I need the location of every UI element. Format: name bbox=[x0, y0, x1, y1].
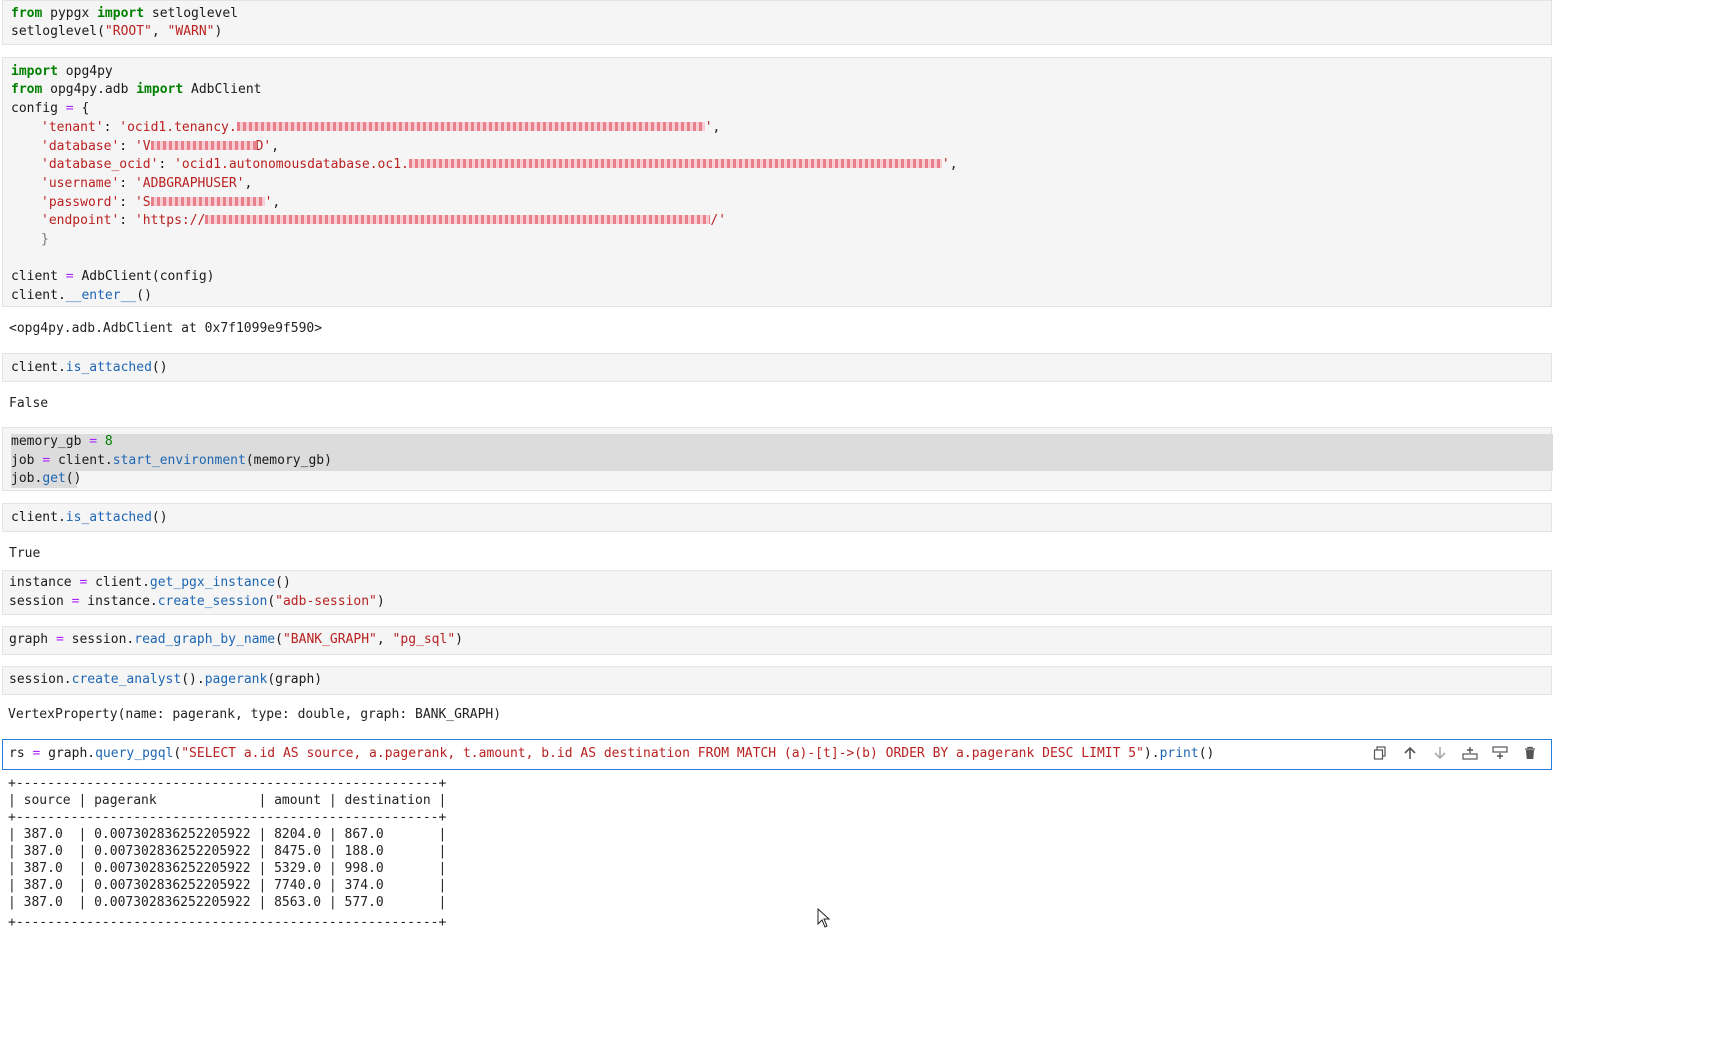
code-line: 'username': 'ADBGRAPHUSER', bbox=[41, 176, 253, 191]
cell-output: False bbox=[9, 396, 49, 411]
table-row: | 387.0 | 0.007302836252205922 | 7740.0 … bbox=[8, 878, 447, 893]
redaction-mark bbox=[150, 197, 265, 206]
code-cell-9-active[interactable]: rs = graph.query_pgql("SELECT a.id AS so… bbox=[2, 739, 1552, 770]
code-line: rs = graph.query_pgql("SELECT a.id AS so… bbox=[9, 746, 1215, 761]
code-line: client.is_attached() bbox=[11, 360, 168, 375]
code-line: 'tenant': 'ocid1.tenancy. ', bbox=[41, 120, 721, 135]
code-line: } bbox=[41, 232, 49, 247]
code-line: from pypgx import setloglevel bbox=[11, 6, 238, 21]
code-line: client.is_attached() bbox=[11, 510, 168, 525]
code-line: client = AdbClient(config) bbox=[11, 269, 215, 284]
code-line: memory_gb = 8 bbox=[11, 434, 113, 449]
code-cell-6[interactable]: instance = client.get_pgx_instance() ses… bbox=[2, 570, 1552, 615]
redaction-mark bbox=[236, 122, 705, 131]
cell-output: True bbox=[9, 546, 41, 561]
table-border: +---------------------------------------… bbox=[8, 810, 447, 825]
code-cell-2[interactable]: import opg4py from opg4py.adb import Adb… bbox=[2, 57, 1552, 307]
code-line: 'password': 'S ', bbox=[41, 195, 281, 210]
code-line: import opg4py bbox=[11, 64, 113, 79]
code-line: client.__enter__() bbox=[11, 288, 152, 303]
code-line: from opg4py.adb import AdbClient bbox=[11, 82, 262, 97]
redaction-mark bbox=[205, 215, 711, 224]
code-cell-5[interactable]: client.is_attached() bbox=[2, 503, 1552, 532]
code-line: 'endpoint': 'https:///' bbox=[41, 213, 727, 228]
code-line: 'database_ocid': 'ocid1.autonomousdataba… bbox=[41, 157, 958, 172]
code-line: job = client.start_environment(memory_gb… bbox=[11, 453, 332, 468]
code-line: instance = client.get_pgx_instance() bbox=[9, 575, 291, 590]
code-cell-3[interactable]: client.is_attached() bbox=[2, 353, 1552, 382]
copy-icon[interactable] bbox=[1371, 744, 1389, 762]
cell-output: VertexProperty(name: pagerank, type: dou… bbox=[8, 707, 502, 722]
code-cell-4[interactable]: memory_gb = 8 job = client.start_environ… bbox=[2, 427, 1553, 491]
cell-toolbar bbox=[1371, 744, 1539, 762]
redaction-mark bbox=[408, 159, 942, 168]
code-line: setloglevel("ROOT", "WARN") bbox=[11, 24, 223, 39]
code-cell-1[interactable]: from pypgx import setloglevel setlogleve… bbox=[2, 0, 1552, 45]
table-border: +---------------------------------------… bbox=[8, 915, 447, 930]
table-row: | 387.0 | 0.007302836252205922 | 8204.0 … bbox=[8, 827, 447, 842]
code-cell-7[interactable]: graph = session.read_graph_by_name("BANK… bbox=[2, 626, 1552, 655]
move-down-icon[interactable] bbox=[1431, 744, 1449, 762]
code-line: session = instance.create_session("adb-s… bbox=[9, 594, 385, 609]
move-up-icon[interactable] bbox=[1401, 744, 1419, 762]
code-line: session.create_analyst().pagerank(graph) bbox=[9, 672, 323, 687]
code-line: job.get() bbox=[11, 471, 82, 486]
table-row: | 387.0 | 0.007302836252205922 | 8563.0 … bbox=[8, 895, 447, 910]
code-cell-8[interactable]: session.create_analyst().pagerank(graph) bbox=[2, 666, 1552, 695]
table-row: | 387.0 | 0.007302836252205922 | 5329.0 … bbox=[8, 861, 447, 876]
code-line: graph = session.read_graph_by_name("BANK… bbox=[9, 632, 463, 647]
cell-output: <opg4py.adb.AdbClient at 0x7f1099e9f590> bbox=[9, 321, 323, 336]
mouse-pointer-icon bbox=[817, 907, 831, 928]
table-header: | source | pagerank | amount | destinati… bbox=[8, 793, 447, 808]
insert-above-icon[interactable] bbox=[1461, 744, 1479, 762]
delete-icon[interactable] bbox=[1521, 744, 1539, 762]
code-line: 'database': 'V D', bbox=[41, 139, 280, 154]
table-row: | 387.0 | 0.007302836252205922 | 8475.0 … bbox=[8, 844, 447, 859]
code-line: config = { bbox=[11, 101, 90, 116]
table-border: +---------------------------------------… bbox=[8, 776, 447, 791]
insert-below-icon[interactable] bbox=[1491, 744, 1509, 762]
redaction-mark bbox=[150, 141, 256, 150]
